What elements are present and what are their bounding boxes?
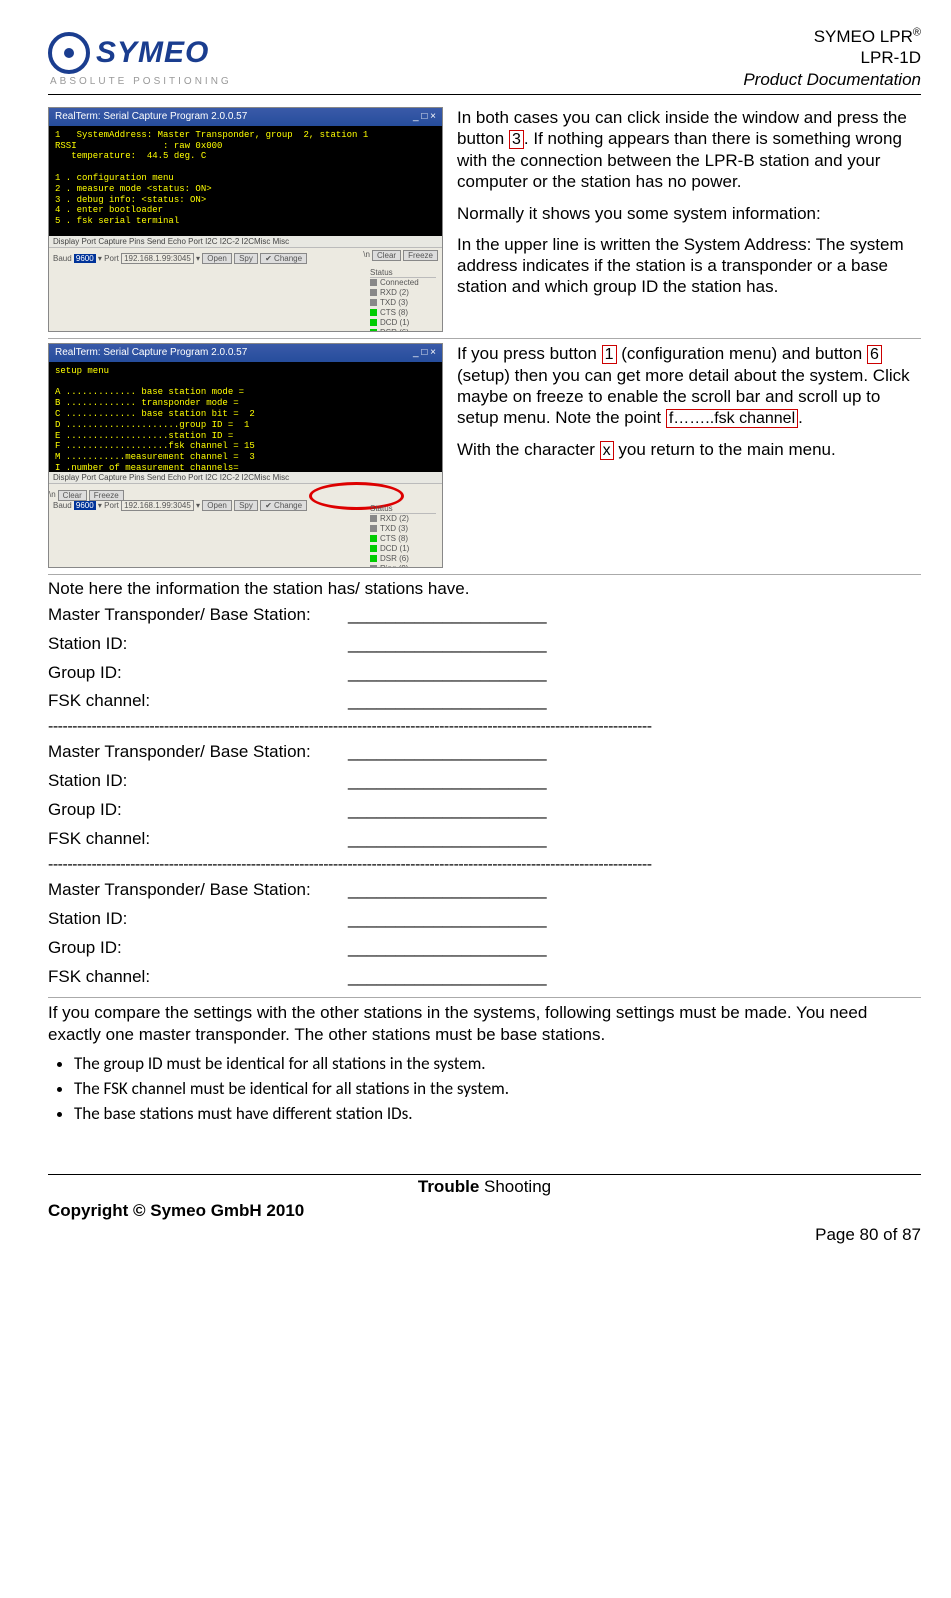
hdr-line3: Product Documentation bbox=[743, 69, 921, 90]
footer-section-bold: Trouble bbox=[418, 1177, 484, 1196]
key-x: x bbox=[600, 441, 614, 460]
form-block-2: Master Transponder/ Base Station:_______… bbox=[48, 738, 921, 854]
footer-section: Shooting bbox=[484, 1177, 551, 1196]
footer-page: Page 80 of 87 bbox=[815, 1225, 921, 1245]
ss2-tabs: Display Port Capture Pins Send Echo Port… bbox=[49, 472, 442, 484]
separator-1: ----------------------------------------… bbox=[48, 718, 921, 736]
notes-intro: Note here the information the station ha… bbox=[48, 575, 921, 599]
desc-2: If you press button 1 (configuration men… bbox=[457, 343, 921, 568]
footer: Trouble Shooting Copyright © Symeo GmbH … bbox=[48, 1174, 921, 1245]
hdr-line2: LPR-1D bbox=[743, 47, 921, 68]
page-header: SYMEO ABSOLUTE POSITIONING SYMEO LPR® LP… bbox=[48, 26, 921, 95]
ss1-clear-btn[interactable]: Clear bbox=[372, 250, 401, 261]
logo-subtitle: ABSOLUTE POSITIONING bbox=[50, 76, 232, 87]
key-6: 6 bbox=[867, 345, 882, 364]
form-block-3: Master Transponder/ Base Station:_______… bbox=[48, 876, 921, 992]
ss2-freeze-btn[interactable]: Freeze bbox=[89, 490, 124, 501]
key-1: 1 bbox=[602, 345, 617, 364]
ss1-port[interactable]: 192.168.1.99:3045 bbox=[121, 253, 194, 264]
logo-icon bbox=[48, 32, 90, 74]
ss1-status: Status Connected RXD (2) TXD (3) CTS (8)… bbox=[370, 268, 436, 332]
ss1-terminal: 1 SystemAddress: Master Transponder, gro… bbox=[49, 126, 442, 236]
ss1-freeze-btn[interactable]: Freeze bbox=[403, 250, 438, 261]
compare-paragraph: If you compare the settings with the oth… bbox=[48, 997, 921, 1045]
ss2-title: RealTerm: Serial Capture Program 2.0.0.5… bbox=[55, 347, 247, 358]
bullet-2: The FSK channel must be identical for al… bbox=[74, 1078, 921, 1099]
ss2-port[interactable]: 192.168.1.99:3045 bbox=[121, 500, 194, 511]
label-station: Station ID: bbox=[48, 630, 348, 659]
ss2-terminal: setup menu A ............. base station … bbox=[49, 362, 442, 472]
ss1-winbtns: _ □ × bbox=[413, 111, 436, 122]
logo: SYMEO ABSOLUTE POSITIONING bbox=[48, 32, 232, 87]
hdr-reg: ® bbox=[913, 26, 921, 38]
header-right: SYMEO LPR® LPR-1D Product Documentation bbox=[743, 26, 921, 90]
logo-text: SYMEO bbox=[96, 36, 209, 70]
bullet-list: The group ID must be identical for all s… bbox=[48, 1053, 921, 1124]
blank: _____________________ bbox=[348, 601, 547, 630]
ss2-open[interactable]: Open bbox=[202, 500, 232, 511]
ss2-change[interactable]: ✔ Change bbox=[260, 500, 307, 511]
key-fsk: f……..fsk channel bbox=[666, 409, 798, 428]
bullet-1: The group ID must be identical for all s… bbox=[74, 1053, 921, 1074]
desc-1: In both cases you can click inside the w… bbox=[457, 107, 921, 332]
ss1-open[interactable]: Open bbox=[202, 253, 232, 264]
ss2-clear-btn[interactable]: Clear bbox=[58, 490, 87, 501]
label-master: Master Transponder/ Base Station: bbox=[48, 601, 348, 630]
section-row-2: RealTerm: Serial Capture Program 2.0.0.5… bbox=[48, 339, 921, 575]
footer-copyright: Copyright © Symeo GmbH 2010 bbox=[48, 1201, 304, 1221]
label-fsk: FSK channel: bbox=[48, 687, 348, 716]
ss2-panel: \n Clear Freeze Baud 9600 ▾ Port 192.168… bbox=[49, 484, 442, 568]
screenshot-1: RealTerm: Serial Capture Program 2.0.0.5… bbox=[48, 107, 443, 332]
label-group: Group ID: bbox=[48, 659, 348, 688]
key-3: 3 bbox=[509, 130, 524, 149]
ss2-status: Status RXD (2) TXD (3) CTS (8) DCD (1) D… bbox=[370, 504, 436, 568]
screenshot-2: RealTerm: Serial Capture Program 2.0.0.5… bbox=[48, 343, 443, 568]
ss1-title: RealTerm: Serial Capture Program 2.0.0.5… bbox=[55, 111, 247, 122]
hdr-line1: SYMEO LPR bbox=[814, 27, 913, 46]
ss1-change[interactable]: ✔ Change bbox=[260, 253, 307, 264]
bullet-3: The base stations must have different st… bbox=[74, 1103, 921, 1124]
section-row-1: RealTerm: Serial Capture Program 2.0.0.5… bbox=[48, 103, 921, 339]
ss1-tabs: Display Port Capture Pins Send Echo Port… bbox=[49, 236, 442, 248]
ss1-panel: \n Clear Freeze Baud 9600 ▾ Port 192.168… bbox=[49, 248, 442, 332]
separator-2: ----------------------------------------… bbox=[48, 856, 921, 874]
form-block-1: Master Transponder/ Base Station:_______… bbox=[48, 601, 921, 717]
